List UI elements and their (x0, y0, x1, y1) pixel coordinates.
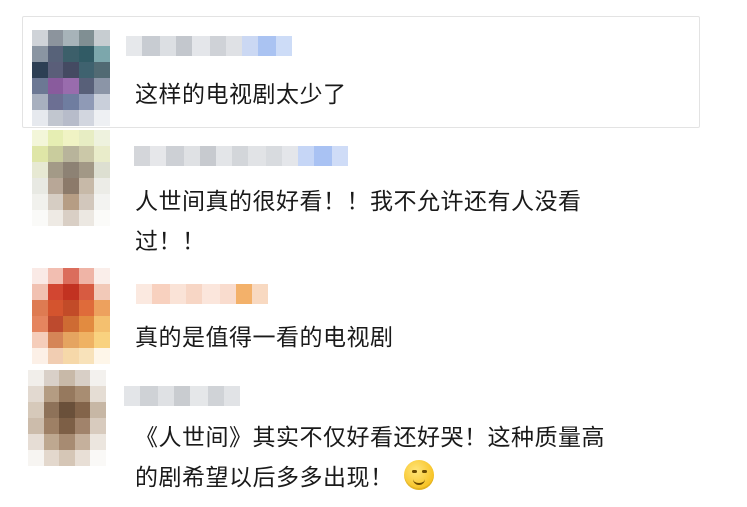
comment-text: 真的是值得一看的电视剧 (135, 325, 394, 351)
avatar[interactable] (32, 268, 110, 364)
comment-text-line-2-content: 的剧希望以后多多出现！ (135, 465, 394, 491)
comment-text: 这样的电视剧太少了 (135, 82, 347, 108)
username-blurred[interactable] (134, 146, 348, 166)
username-blurred[interactable] (136, 284, 268, 304)
comment-text-line-2: 过！！ (135, 229, 206, 255)
avatar[interactable] (32, 30, 110, 126)
comment-text-line-1: 《人世间》其实不仅好看还好哭！这种质量高 (135, 425, 605, 451)
avatar[interactable] (32, 130, 110, 226)
comment-text-line-2: 的剧希望以后多多出现！ (135, 458, 434, 498)
username-blurred[interactable] (124, 386, 240, 406)
thinking-face-icon (403, 460, 434, 490)
avatar[interactable] (28, 370, 106, 466)
username-blurred[interactable] (126, 36, 292, 56)
comment-text-line-1: 人世间真的很好看！！我不允许还有人没看 (135, 189, 582, 215)
comment-card-highlighted (22, 16, 700, 128)
